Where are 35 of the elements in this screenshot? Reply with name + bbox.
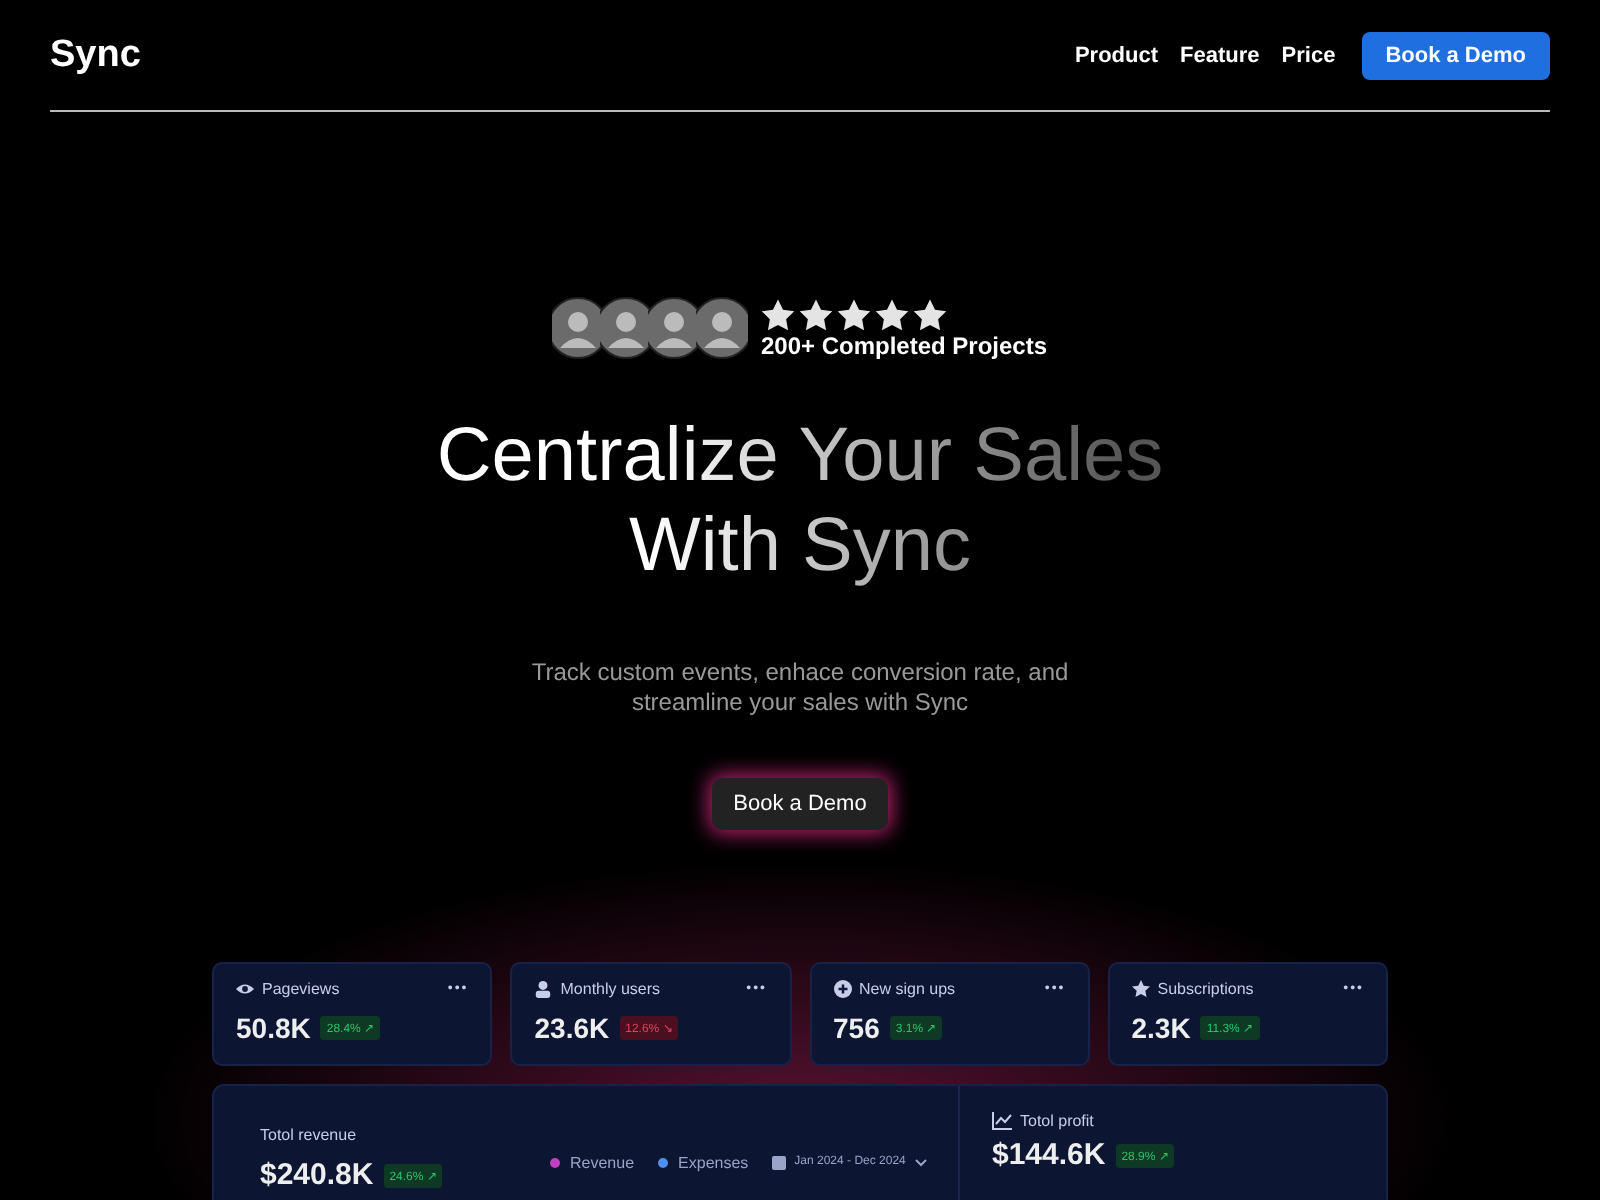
plus-icon — [833, 980, 851, 998]
card-label: Subscriptions — [1157, 980, 1254, 998]
chart-line-icon — [992, 1112, 1012, 1130]
stat-value: 2.3K — [1131, 1012, 1191, 1044]
calendar-icon — [772, 1154, 787, 1170]
legend-label: Expenses — [678, 1153, 749, 1171]
hero-subtitle: Track custom events, enhace conversion rate, and streamline your sales with Sync — [529, 658, 1071, 718]
eye-icon — [236, 980, 254, 998]
card-label: New sign ups — [859, 980, 956, 998]
star-icon — [874, 297, 911, 331]
stat-value: 23.6K — [534, 1012, 610, 1044]
card-label: Monthly users — [560, 980, 661, 998]
stat-value: 50.8K — [236, 1012, 311, 1044]
revenue-value: $240.8K — [260, 1158, 374, 1192]
logo[interactable]: Sync — [50, 33, 141, 77]
avatar-icon — [696, 296, 749, 360]
star-icon — [912, 297, 949, 331]
star-icon — [798, 297, 835, 331]
star-icon — [1131, 980, 1150, 998]
user-icon — [534, 980, 553, 998]
chevron-down-icon — [913, 1157, 928, 1167]
legend-label: Revenue — [570, 1153, 635, 1171]
book-demo-button[interactable]: Book a Demo — [1361, 31, 1550, 79]
card-label: Pageviews — [262, 980, 340, 998]
nav-link[interactable]: Product — [1074, 43, 1159, 67]
stat-value: 756 — [833, 1012, 880, 1044]
completed-projects-text: 200+ Completed Projects — [760, 331, 1048, 359]
star-icon — [760, 297, 797, 331]
book-demo-button[interactable]: Book a Demo — [711, 778, 889, 830]
profit-label: Totol profit — [1020, 1112, 1094, 1130]
profit-value: $144.6K — [992, 1138, 1106, 1172]
nav-link[interactable]: Feature — [1180, 43, 1260, 67]
revenue-label: Totol revenue — [260, 1126, 359, 1144]
star-icon — [836, 297, 873, 331]
nav-link[interactable]: Price — [1281, 43, 1336, 67]
